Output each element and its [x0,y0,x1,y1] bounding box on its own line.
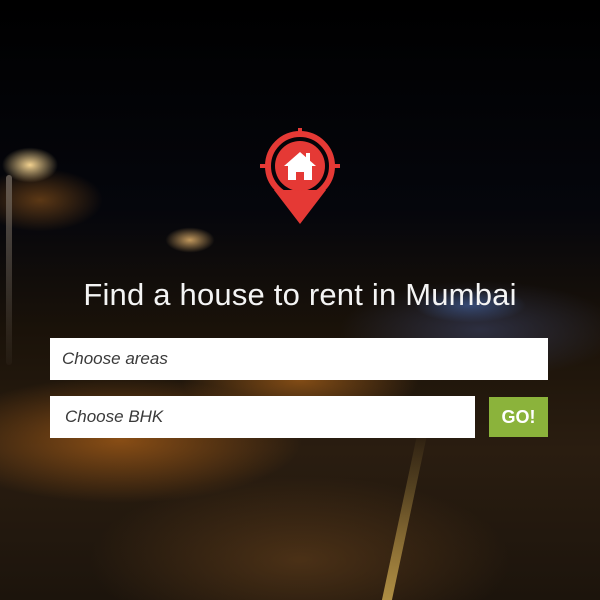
hero-banner: Find a house to rent in Mumbai GO! [0,0,600,600]
bhk-input[interactable] [50,396,475,438]
areas-input[interactable] [50,338,548,380]
go-button[interactable]: GO! [489,397,548,437]
road-marking [381,430,429,600]
page-title: Find a house to rent in Mumbai [83,277,517,312]
house-location-pin-icon [260,128,340,224]
street-lamp-post [6,175,12,365]
